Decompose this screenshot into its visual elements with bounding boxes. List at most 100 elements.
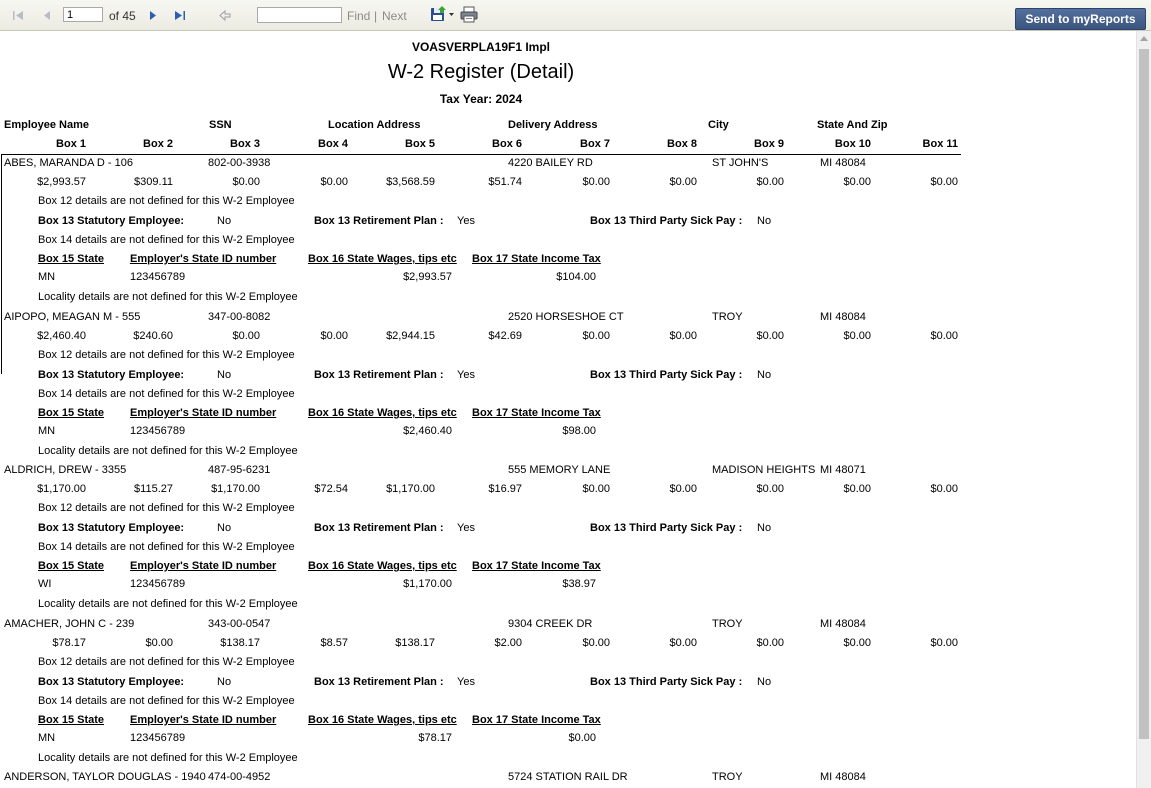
state-code: MN (38, 271, 56, 283)
box-2-value: $309.11 (134, 176, 173, 188)
find-input[interactable] (257, 7, 342, 23)
box-8-value: $0.00 (669, 330, 697, 342)
header-divider (2, 154, 961, 155)
sick-pay-value: No (757, 215, 772, 227)
box-7-value: $0.00 (582, 330, 610, 342)
box-11-value: $0.00 (930, 176, 958, 188)
state-wages-column-header: Box 16 State Wages, tips etc (308, 560, 457, 572)
next-page-button[interactable] (146, 8, 160, 22)
send-to-myreports-button[interactable]: Send to myReports (1015, 8, 1146, 30)
employee-state-zip: MI 48084 (820, 618, 866, 630)
retirement-plan-value: Yes (457, 676, 475, 688)
state-column-header: Box 15 State (38, 560, 105, 572)
employee-city: TROY (712, 618, 743, 630)
box-8-value: $0.00 (669, 176, 697, 188)
delivery-address: 2520 HORSESHOE CT (508, 311, 624, 323)
employee-city: ST JOHN'S (712, 157, 769, 169)
state-tax-value: $0.00 (568, 732, 596, 744)
last-page-button[interactable] (172, 8, 188, 22)
delivery-address: 555 MEMORY LANE (508, 464, 611, 476)
employee-name: ANDERSON, TAYLOR DOUGLAS - 1940 (4, 771, 206, 783)
employee-ssn: 347-00-8082 (208, 311, 271, 323)
state-code: MN (38, 425, 56, 437)
employee-ssn: 474-00-4952 (208, 771, 271, 783)
report-page: VOASVERPLA19F1 Impl W-2 Register (Detail… (0, 32, 1136, 788)
scroll-up-arrow-icon[interactable] (1140, 36, 1148, 41)
export-button[interactable] (429, 5, 455, 23)
back-button[interactable] (217, 8, 233, 22)
retirement-plan-value: Yes (457, 215, 475, 227)
box-9-value: $0.00 (756, 176, 784, 188)
state-id-number: 123456789 (130, 578, 186, 590)
report-viewer-toolbar: of 45 Find | Next Send to myReports (0, 0, 1151, 31)
employee-ssn: 487-95-6231 (208, 464, 271, 476)
sick-pay-value: No (757, 676, 772, 688)
col-header-box-11: Box 11 (922, 138, 958, 150)
state-column-header: Box 15 State (38, 407, 105, 419)
state-id-number: 123456789 (130, 271, 186, 283)
box-3-value: $1,170.00 (211, 483, 260, 495)
box-5-value: $138.17 (395, 637, 435, 649)
vertical-scrollbar[interactable] (1136, 31, 1151, 788)
box-4-value: $8.57 (320, 637, 348, 649)
sick-pay-label: Box 13 Third Party Sick Pay : (590, 369, 743, 381)
box12-note: Box 12 details are not defined for this … (38, 195, 295, 207)
sick-pay-label: Box 13 Third Party Sick Pay : (590, 215, 743, 227)
sick-pay-label: Box 13 Third Party Sick Pay : (590, 522, 743, 534)
employee-city: TROY (712, 311, 743, 323)
page-number-input[interactable] (63, 7, 103, 22)
retirement-plan-value: Yes (457, 369, 475, 381)
state-tax-column-header: Box 17 State Income Tax (472, 714, 601, 726)
find-link[interactable]: Find (347, 9, 370, 23)
box-1-value: $1,170.00 (37, 483, 86, 495)
col-header-box-3: Box 3 (230, 138, 260, 150)
box-9-value: $0.00 (756, 330, 784, 342)
locality-note: Locality details are not defined for thi… (38, 291, 298, 303)
sick-pay-value: No (757, 369, 772, 381)
box-1-value: $2,993.57 (37, 176, 86, 188)
statutory-label: Box 13 Statutory Employee: (38, 215, 185, 227)
employee-name: ABES, MARANDA D - 106 (4, 157, 133, 169)
state-id-number: 123456789 (130, 732, 186, 744)
delivery-address: 5724 STATION RAIL DR (508, 771, 628, 783)
employee-ssn: 343-00-0547 (208, 618, 271, 630)
box-6-value: $42.69 (488, 330, 522, 342)
box-4-value: $72.54 (314, 483, 348, 495)
save-disk-icon (431, 6, 454, 21)
find-next-link[interactable]: Next (382, 9, 407, 23)
box-8-value: $0.00 (669, 483, 697, 495)
scrollbar-thumb[interactable] (1139, 49, 1149, 739)
statutory-value: No (217, 676, 232, 688)
box-10-value: $0.00 (843, 483, 871, 495)
company-name: VOASVERPLA19F1 Impl (411, 40, 551, 54)
retirement-plan-label: Box 13 Retirement Plan : (314, 369, 444, 381)
state-id-column-header: Employer's State ID number (130, 560, 277, 572)
locality-note: Locality details are not defined for thi… (38, 445, 298, 457)
col-header-ssn: SSN (209, 119, 232, 131)
box-4-value: $0.00 (320, 176, 348, 188)
box-10-value: $0.00 (843, 330, 871, 342)
print-button[interactable] (459, 5, 479, 23)
box-1-value: $78.17 (52, 637, 86, 649)
box-11-value: $0.00 (930, 483, 958, 495)
col-header-city: City (708, 119, 729, 131)
statutory-label: Box 13 Statutory Employee: (38, 676, 185, 688)
sick-pay-value: No (757, 522, 772, 534)
state-wages-value: $2,460.40 (403, 425, 452, 437)
box-3-value: $0.00 (232, 330, 260, 342)
box-5-value: $2,944.15 (386, 330, 435, 342)
first-page-button[interactable] (11, 8, 25, 22)
box-5-value: $3,568.59 (386, 176, 435, 188)
previous-page-button[interactable] (40, 8, 54, 22)
box14-note: Box 14 details are not defined for this … (38, 541, 295, 553)
box14-note: Box 14 details are not defined for this … (38, 234, 295, 246)
state-column-header: Box 15 State (38, 253, 105, 265)
box14-note: Box 14 details are not defined for this … (38, 388, 295, 400)
box-2-value: $0.00 (145, 637, 173, 649)
box12-note: Box 12 details are not defined for this … (38, 349, 295, 361)
state-column-header: Box 15 State (38, 714, 105, 726)
employee-state-zip: MI 48071 (820, 464, 866, 476)
box-2-value: $115.27 (134, 483, 173, 495)
state-tax-value: $38.97 (562, 578, 596, 590)
locality-note: Locality details are not defined for thi… (38, 598, 298, 610)
